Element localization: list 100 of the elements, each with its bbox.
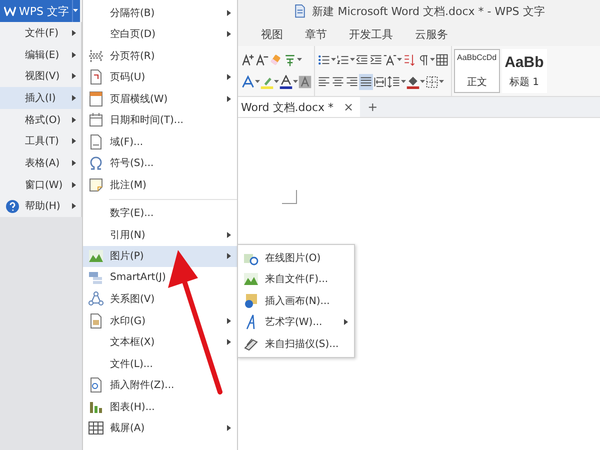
align-button[interactable] [359,74,373,90]
highlighter-icon[interactable] [260,75,274,89]
menu-item[interactable]: 工具(T) [0,130,81,152]
style-preset[interactable]: AaBbCcDd 正文 [454,49,500,93]
menu-item[interactable]: 水印(G) [83,310,237,332]
caret-icon[interactable] [293,80,298,84]
style-name: 标题 1 [509,76,539,89]
caret-icon[interactable] [401,80,406,84]
character-shading-icon[interactable] [298,75,312,89]
menu-item[interactable]: 插入画布(N)... [238,290,354,312]
canvas-icon [243,292,259,309]
caret-icon[interactable] [420,80,425,84]
paint-bucket-icon[interactable] [406,75,420,89]
menu-item[interactable]: 在线图片(O) [238,247,354,268]
picture-icon [88,248,104,264]
menu-item[interactable]: 编辑(E) [0,44,81,66]
menu-item[interactable]: 页眉横线(W) [83,88,237,110]
sort-icon[interactable] [402,53,416,67]
ribbon-tab[interactable]: 云服务 [404,24,459,44]
menu-item[interactable]: 域(F)... [83,131,237,152]
bullet-list-icon[interactable] [317,53,331,67]
menu-item[interactable]: 分隔符(B) [83,2,237,24]
menu-item[interactable]: 引用(N) [83,224,237,246]
align-right-icon [345,75,359,89]
line-spacing-icon[interactable] [387,75,401,89]
window-title: 新建 Microsoft Word 文档.docx * - WPS 文字 [312,4,545,18]
page-number-icon [88,69,104,86]
outdent-icon[interactable] [355,53,369,67]
font-shrink-icon[interactable] [255,53,269,67]
menu-item[interactable]: 艺术字(W)... [238,312,354,333]
caret-icon[interactable] [397,58,402,62]
menu-item[interactable]: 来自扫描仪(S)... [238,333,354,354]
style-name: 正文 [466,76,487,89]
menu-item[interactable]: 格式(O) [0,108,81,130]
menu-item[interactable]: 文件(F) [0,22,81,44]
menu-item[interactable]: 窗口(W) [0,174,81,196]
align-button[interactable] [373,74,387,90]
close-tab-button[interactable]: × [344,100,354,114]
menu-item[interactable]: 文本框(X) [83,332,237,353]
watermark-icon [88,312,104,329]
menu-item[interactable]: 分页符(R) [83,45,237,66]
menu-item[interactable]: 来自文件(F)... [238,268,354,290]
menu-item[interactable]: 插入(I) [0,87,81,109]
menu-item[interactable]: SmartArt(J) [83,267,237,288]
menu-item[interactable]: 表格(A) [0,152,81,174]
menu-item[interactable]: 视图(V) [0,65,81,88]
caret-icon[interactable] [430,58,435,62]
ribbon-tab[interactable]: 开发工具 [338,24,404,44]
menu-item[interactable]: 图片(P) [83,246,237,267]
menu-item[interactable]: 页码(U) [83,66,237,88]
comment-icon [88,176,104,193]
app-menu-button[interactable]: WPS 文字 [0,0,80,22]
font-grow-icon[interactable] [241,53,255,67]
caret-icon[interactable] [297,58,302,62]
menu-item[interactable]: 插入附件(Z)... [83,374,237,396]
calendar-icon [88,112,104,128]
document-tab[interactable]: Word 文档.docx * × [238,97,360,117]
text-effect-icon[interactable] [241,75,255,89]
caret-icon[interactable] [350,58,355,62]
menu-item[interactable]: 帮助(H) [0,196,81,218]
ribbon-tab[interactable]: 章节 [294,24,338,44]
menu-item[interactable]: 关系图(V) [83,288,237,310]
style-preset[interactable]: AaBb 标题 1 [502,49,547,93]
page-break-icon [88,48,104,64]
field-icon [88,134,104,150]
menu-item[interactable]: 空白页(D) [83,24,237,45]
menu-item[interactable]: 数字(E)... [83,202,237,224]
grid-icon [88,420,104,436]
align-left-icon [317,75,331,89]
menu-item[interactable]: 日期和时间(T)... [83,110,237,131]
caret-icon[interactable] [331,58,336,62]
menu-item[interactable]: 截屏(A) [83,418,237,439]
font-color-icon[interactable] [279,75,293,89]
document-tab-label: Word 文档.docx * [241,100,334,114]
caret-icon [73,9,78,13]
text-scale-icon[interactable] [383,53,397,67]
help-icon [6,200,19,213]
caret-icon[interactable] [274,80,279,84]
menu-item[interactable]: 批注(M) [83,174,237,196]
phonetic-guide-icon[interactable] [283,53,297,67]
ribbon-tab[interactable]: 视图 [250,24,294,44]
table-icon[interactable] [435,53,449,67]
attachment-icon [88,377,104,394]
new-tab-button[interactable]: + [368,100,378,114]
indent-icon[interactable] [369,53,383,67]
border-icon[interactable] [425,75,439,89]
smartart-icon [88,270,104,286]
document-icon [293,4,308,18]
caret-icon[interactable] [255,80,260,84]
style-sample: AaBb [504,53,544,73]
numbered-list-icon[interactable] [336,53,350,67]
justify-icon [359,75,373,89]
menu-item[interactable]: 文件(L)... [83,353,237,374]
logo-icon [4,6,16,16]
caret-icon[interactable] [439,80,444,84]
menu-item[interactable]: 图表(H)... [83,396,237,418]
menu-item[interactable]: 符号(S)... [83,152,237,174]
picture-icon [243,271,259,288]
omega-icon [88,155,104,172]
distribute-icon [373,75,387,89]
